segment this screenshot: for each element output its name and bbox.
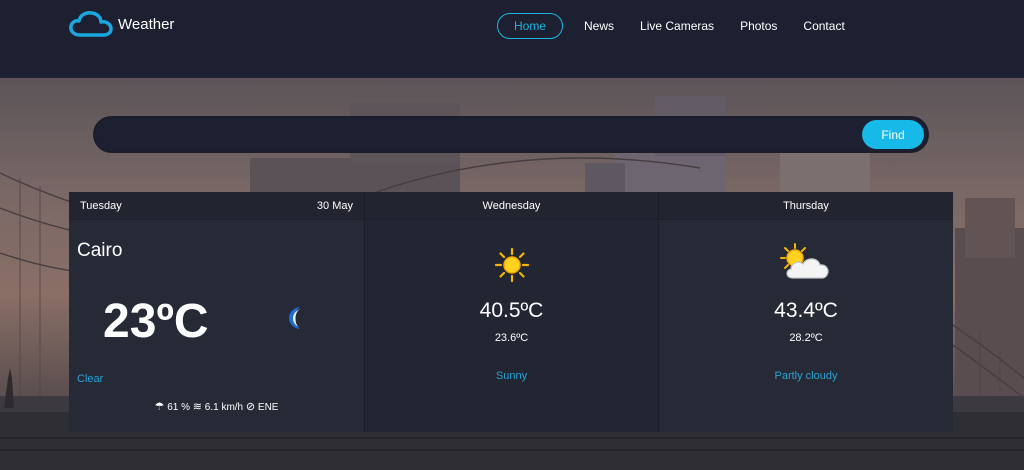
- wind-direction: ENE: [257, 402, 279, 413]
- nav-home[interactable]: Home: [497, 13, 564, 39]
- wind-icon: ≋: [192, 401, 202, 413]
- search-bar: Find: [93, 116, 929, 153]
- city-name: Cairo: [77, 240, 123, 261]
- forecast-2-icon-wrap: [659, 242, 953, 289]
- forecast-2-max-temp: 43.4ºC: [774, 299, 838, 322]
- wind-speed: 6.1 km/h: [204, 402, 244, 413]
- forecast-2-condition: Partly cloudy: [774, 370, 838, 382]
- nav-contact[interactable]: Contact: [790, 13, 857, 39]
- moon-icon: [289, 307, 300, 329]
- nav-photos[interactable]: Photos: [727, 13, 790, 39]
- forecast-1-icon-wrap: [365, 247, 658, 288]
- forecast-2-min-temp: 28.2ºC: [789, 332, 823, 344]
- today-date: 30 May: [316, 199, 353, 212]
- forecast-1-condition: Sunny: [495, 370, 528, 382]
- cloud-logo-icon: [69, 11, 113, 37]
- today-condition: Clear: [77, 373, 104, 385]
- forecast-card-1: Wednesday 40.5ºC 23.6ºC Sunny: [364, 192, 658, 432]
- humidity-value: 61 %: [167, 402, 190, 413]
- forecast-1-max-temp: 40.5ºC: [479, 299, 544, 322]
- forecast-1-header: Wednesday: [365, 192, 658, 220]
- sun-icon: [494, 247, 529, 283]
- nav-live-cameras[interactable]: Live Cameras: [627, 13, 727, 39]
- today-day: Tuesday: [80, 199, 122, 212]
- brand[interactable]: Weather: [68, 10, 174, 38]
- umbrella-icon: ☂: [154, 401, 165, 413]
- nav-news[interactable]: News: [571, 13, 627, 39]
- partly-cloudy-icon: [780, 243, 829, 279]
- today-card: Tuesday 30 May Cairo 23ºC Clear ☂ 61 % ≋…: [69, 192, 364, 432]
- navbar: Weather Home News Live Cameras Photos Co…: [0, 0, 1024, 78]
- compass-icon: ⊘: [245, 401, 256, 413]
- today-card-header: Tuesday 30 May: [69, 192, 364, 220]
- forecast-card-2: Thursday 43.4ºC 28.2ºC Partly cloudy: [658, 192, 953, 432]
- forecast-1-min-temp: 23.6ºC: [494, 332, 529, 344]
- current-temperature: 23ºC: [103, 295, 209, 348]
- brand-name: Weather: [118, 15, 175, 33]
- forecast-cards: Tuesday 30 May Cairo 23ºC Clear ☂ 61 % ≋…: [69, 192, 953, 432]
- find-button[interactable]: Find: [862, 120, 924, 149]
- forecast-2-header: Thursday: [659, 192, 953, 220]
- search-input[interactable]: [111, 122, 851, 148]
- forecast-1-day: Wednesday: [482, 199, 541, 212]
- main-nav: Home News Live Cameras Photos Contact: [497, 13, 858, 39]
- today-stats: ☂ 61 % ≋ 6.1 km/h ⊘ ENE: [69, 400, 364, 413]
- forecast-2-day: Thursday: [783, 199, 829, 212]
